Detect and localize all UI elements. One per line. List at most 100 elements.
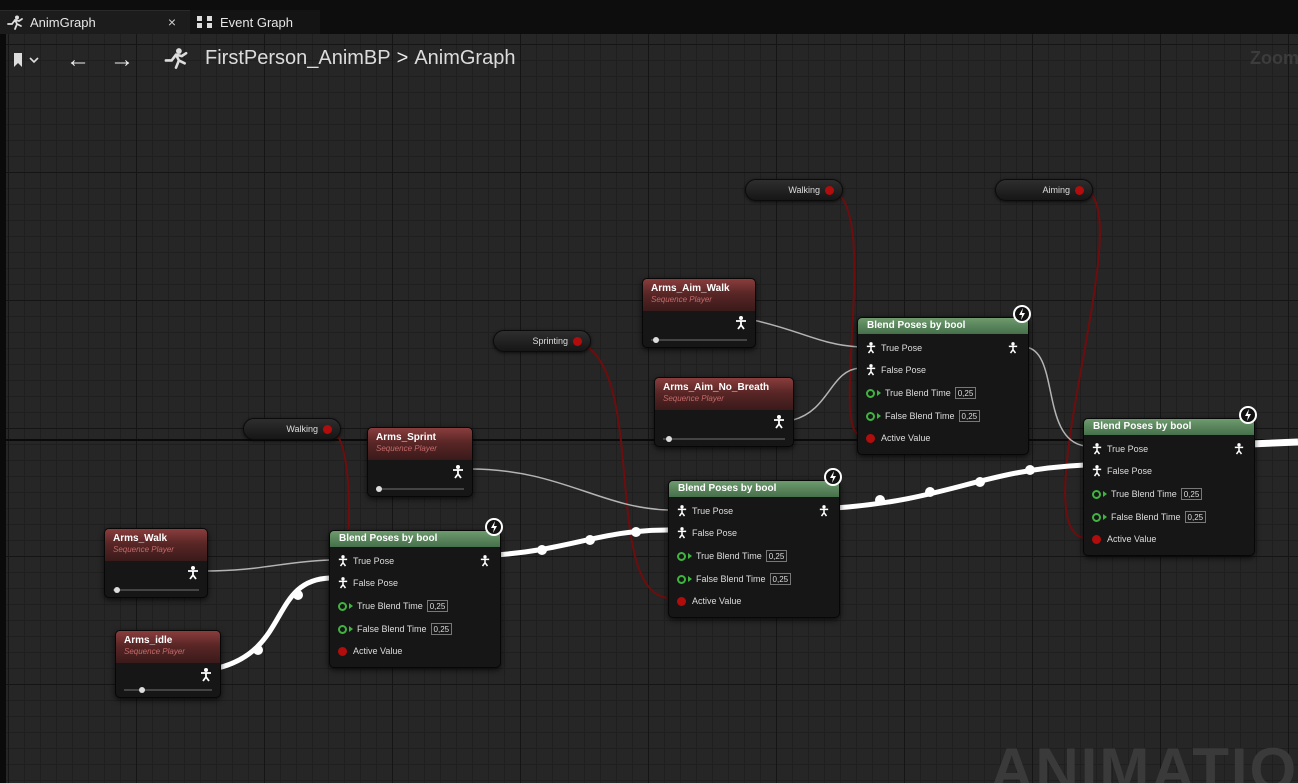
pin-label: True Pose (1107, 444, 1149, 454)
pin-arrow-icon (349, 626, 353, 632)
false-blend-time-pin[interactable]: False Blend Time 0,25 (677, 572, 792, 586)
playback-knob[interactable] (666, 436, 673, 442)
bool-output-pin[interactable] (323, 425, 332, 434)
sequence-player-arms-idle[interactable]: Arms_idle Sequence Player (115, 630, 221, 698)
pin-arrow-icon (1103, 491, 1107, 497)
graph-type-watermark: ANIMATION (990, 736, 1298, 783)
false-pose-pin[interactable]: False Pose (677, 526, 737, 540)
pose-pin-icon (866, 342, 876, 354)
playback-bar[interactable] (663, 436, 785, 442)
node-subtitle: Sequence Player (663, 394, 724, 403)
true-pose-pin[interactable]: True Pose (866, 341, 922, 355)
sprinting-getter[interactable]: Sprinting (493, 330, 591, 352)
fast-path-icon (485, 518, 503, 536)
getter-label: Walking (788, 185, 820, 195)
back-arrow-icon[interactable]: ← (66, 46, 90, 74)
playback-knob[interactable] (375, 486, 382, 492)
active-value-pin[interactable]: Active Value (1092, 532, 1156, 546)
bool-output-pin[interactable] (573, 337, 582, 346)
tab-animgraph[interactable]: AnimGraph × (0, 10, 190, 34)
getter-label: Aiming (1042, 185, 1070, 195)
false-pose-pin[interactable]: False Pose (338, 576, 398, 590)
false-blend-time-field[interactable]: 0,25 (1184, 511, 1207, 523)
active-value-pin[interactable]: Active Value (866, 431, 930, 445)
node-subtitle: Sequence Player (376, 444, 437, 453)
playback-bar[interactable] (124, 687, 212, 693)
pose-output-pin-icon[interactable] (452, 465, 464, 479)
forward-arrow-icon[interactable]: → (110, 46, 134, 74)
active-value-pin[interactable]: Active Value (677, 594, 741, 608)
walking-getter-1[interactable]: Walking (243, 418, 341, 440)
pin-arrow-icon (349, 603, 353, 609)
false-blend-time-field[interactable]: 0,25 (958, 410, 981, 422)
pose-output-pin-icon[interactable] (819, 505, 829, 517)
pin-label: False Blend Time (885, 411, 955, 421)
pose-output-pin-icon[interactable] (1234, 443, 1244, 455)
playback-knob[interactable] (138, 687, 145, 693)
false-blend-time-field[interactable]: 0,25 (769, 573, 792, 585)
true-blend-time-pin[interactable]: True Blend Time 0,25 (338, 599, 449, 613)
playback-knob[interactable] (652, 337, 659, 343)
float-pin-icon (677, 574, 686, 584)
pose-output-pin-icon[interactable] (187, 566, 199, 580)
node-title: Blend Poses by bool (339, 533, 438, 544)
true-blend-time-field[interactable]: 0,25 (954, 387, 977, 399)
pose-output-pin-icon[interactable] (773, 415, 785, 429)
node-title: Blend Poses by bool (678, 483, 777, 494)
true-blend-time-pin[interactable]: True Blend Time 0,25 (866, 386, 977, 400)
playback-bar[interactable] (375, 486, 464, 492)
pose-output-pin-icon[interactable] (200, 668, 212, 682)
sequence-player-arms-sprint[interactable]: Arms_Sprint Sequence Player (367, 427, 473, 497)
walking-getter-2[interactable]: Walking (745, 179, 843, 201)
origin-axis-vertical (0, 34, 6, 783)
float-pin-icon (338, 601, 347, 611)
true-pose-pin[interactable]: True Pose (1092, 442, 1148, 456)
sequence-player-arms-walk[interactable]: Arms_Walk Sequence Player (104, 528, 208, 598)
node-title: Arms_idle (124, 635, 173, 646)
true-blend-time-field[interactable]: 0,25 (765, 550, 788, 562)
bool-output-pin[interactable] (1075, 186, 1084, 195)
false-pose-pin[interactable]: False Pose (866, 363, 926, 377)
blend-poses-by-bool-1[interactable]: Blend Poses by bool True Pose False Pose… (329, 518, 503, 668)
tab-event-graph[interactable]: Event Graph (190, 10, 320, 34)
sequence-player-arms-aim-no-breath[interactable]: Arms_Aim_No_Breath Sequence Player (654, 377, 794, 447)
blend-poses-by-bool-4[interactable]: Blend Poses by bool True Pose False Pose… (1083, 406, 1257, 556)
true-pose-pin[interactable]: True Pose (338, 554, 394, 568)
false-pose-pin[interactable]: False Pose (1092, 464, 1152, 478)
playback-knob[interactable] (114, 587, 121, 593)
bookmark-icon[interactable] (12, 52, 42, 68)
bool-output-pin[interactable] (825, 186, 834, 195)
sequence-player-arms-aim-walk[interactable]: Arms_Aim_Walk Sequence Player (642, 278, 756, 348)
getter-label: Walking (286, 424, 318, 434)
false-blend-time-pin[interactable]: False Blend Time 0,25 (1092, 510, 1207, 524)
blend-poses-by-bool-2[interactable]: Blend Poses by bool True Pose False Pose… (668, 468, 842, 618)
false-blend-time-field[interactable]: 0,25 (430, 623, 453, 635)
true-blend-time-field[interactable]: 0,25 (1180, 488, 1203, 500)
true-pose-pin[interactable]: True Pose (677, 504, 733, 518)
node-title: Arms_Walk (113, 533, 168, 544)
pose-output-pin-icon[interactable] (480, 555, 490, 567)
node-subtitle: Sequence Player (113, 545, 174, 554)
false-blend-time-pin[interactable]: False Blend Time 0,25 (866, 409, 981, 423)
playback-bar[interactable] (113, 587, 199, 593)
bool-pin-icon (1092, 534, 1101, 544)
float-pin-icon (1092, 489, 1101, 499)
blend-poses-by-bool-3[interactable]: Blend Poses by bool True Pose False Pose… (857, 305, 1031, 455)
float-pin-icon (677, 551, 686, 561)
pose-output-pin-icon[interactable] (735, 316, 747, 330)
node-title: Blend Poses by bool (1093, 421, 1192, 432)
true-blend-time-pin[interactable]: True Blend Time 0,25 (677, 549, 788, 563)
breadcrumb-asset[interactable]: FirstPerson_AnimBP (205, 47, 391, 69)
node-subtitle: Sequence Player (124, 647, 185, 656)
false-blend-time-pin[interactable]: False Blend Time 0,25 (338, 622, 453, 636)
node-header: Arms_Walk Sequence Player (105, 529, 207, 561)
pin-label: True Blend Time (1111, 489, 1177, 499)
true-blend-time-field[interactable]: 0,25 (426, 600, 449, 612)
true-blend-time-pin[interactable]: True Blend Time 0,25 (1092, 487, 1203, 501)
pose-output-pin-icon[interactable] (1008, 342, 1018, 354)
close-tab-icon[interactable]: × (168, 14, 176, 30)
aiming-getter[interactable]: Aiming (995, 179, 1093, 201)
breadcrumb-graph[interactable]: AnimGraph (414, 47, 515, 69)
active-value-pin[interactable]: Active Value (338, 644, 402, 658)
playback-bar[interactable] (651, 337, 747, 343)
